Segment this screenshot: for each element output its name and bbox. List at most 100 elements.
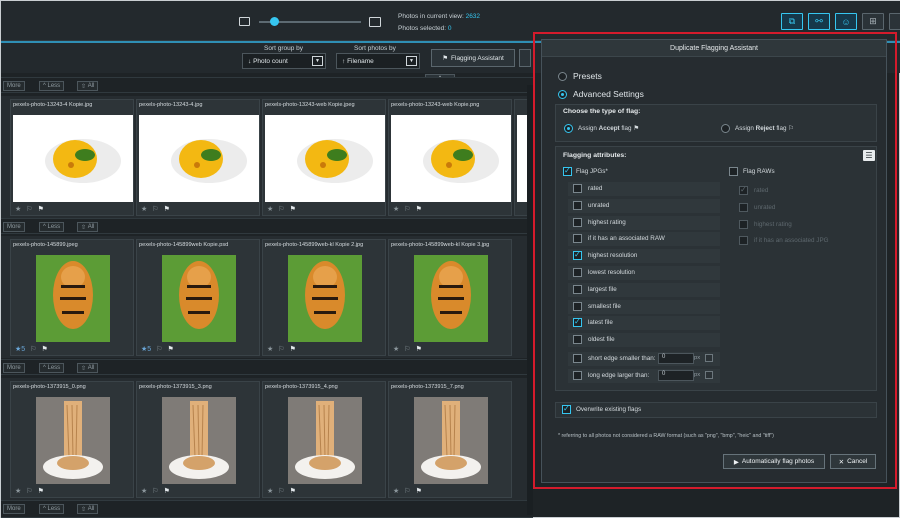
star-icon[interactable]: ★ — [141, 487, 147, 495]
chevron-down-icon[interactable]: ▼ — [312, 56, 323, 66]
jpg-attribute-checkbox[interactable] — [573, 301, 582, 311]
flag-icon[interactable]: ⚑ — [164, 487, 170, 495]
star-icon[interactable]: ★ — [15, 487, 21, 495]
zoom-in-icon[interactable] — [369, 17, 381, 27]
more-view-button[interactable] — [889, 13, 900, 30]
grid-scrollbar[interactable] — [527, 85, 533, 515]
star-icon[interactable]: ★ — [393, 205, 399, 213]
jpg-attribute-label[interactable]: if it has an associated RAW — [588, 235, 665, 242]
reject-flag-icon[interactable]: ⚐ — [404, 345, 410, 353]
grid-view-button[interactable]: ⊞ — [862, 13, 884, 30]
short-edge-input[interactable]: 0 — [658, 353, 694, 364]
photo-card[interactable]: pexels-photo-13243-web Kopie.png ★ ⚐ ⚑ — [388, 99, 512, 216]
star-icon[interactable]: ★ — [393, 487, 399, 495]
long-edge-checkbox[interactable] — [573, 371, 582, 380]
star-icon[interactable]: ★ — [267, 487, 273, 495]
raw-attribute-label[interactable]: rated — [754, 187, 768, 194]
all-button[interactable]: ⇧ All — [77, 222, 99, 232]
face-view-button[interactable]: ☺ — [835, 13, 857, 30]
jpg-attribute-label[interactable]: latest file — [588, 319, 613, 326]
photo-card[interactable]: pexels-photo-13243-4.jpg ★ ⚐ ⚑ — [136, 99, 260, 216]
photo-thumbnail[interactable] — [139, 115, 259, 202]
jpg-attribute-label[interactable]: lowest resolution — [588, 269, 635, 276]
star-icon[interactable]: ★ — [393, 345, 399, 353]
reject-flag-icon[interactable]: ⚐ — [278, 345, 284, 353]
sort-photos-select[interactable]: ↑ Filename ▼ — [336, 53, 420, 69]
extra-toolbar-button[interactable] — [519, 49, 531, 67]
photo-thumbnail[interactable] — [414, 397, 488, 484]
advanced-settings-label[interactable]: Advanced Settings — [573, 89, 644, 99]
cancel-button[interactable]: ✕ Cancel — [830, 454, 876, 469]
short-edge-label[interactable]: short edge smaller than: — [588, 355, 656, 362]
photo-card[interactable]: pexels-photo-13243-4 Kopie.jpg ★ ⚐ ⚑ — [10, 99, 134, 216]
assign-reject-radio[interactable] — [721, 124, 730, 133]
photo-thumbnail[interactable] — [391, 115, 511, 202]
star-icon[interactable]: ★ — [267, 345, 273, 353]
all-button[interactable]: ⇧ All — [77, 363, 99, 373]
photo-thumbnail[interactable] — [288, 397, 362, 484]
photo-thumbnail[interactable] — [162, 397, 236, 484]
overwrite-checkbox[interactable] — [562, 404, 571, 414]
reject-flag-icon[interactable]: ⚐ — [152, 487, 158, 495]
photo-card[interactable]: pexels-photo-13243-web Kopie.jpeg ★ ⚐ ⚑ — [262, 99, 386, 216]
reject-flag-icon[interactable]: ⚐ — [278, 487, 284, 495]
flag-icon[interactable]: ⚑ — [290, 487, 296, 495]
jpg-attribute-checkbox[interactable] — [573, 200, 582, 210]
assign-accept-radio[interactable] — [564, 124, 573, 133]
zoom-out-icon[interactable] — [239, 17, 250, 26]
jpg-attribute-label[interactable]: largest file — [588, 286, 617, 293]
photo-card[interactable]: pexels-photo-1373915_7.png ★ ⚐ ⚑ — [388, 381, 512, 498]
flag-icon[interactable]: ⚑ — [290, 345, 296, 353]
raw-attribute-label[interactable]: highest rating — [754, 221, 792, 228]
jpg-attribute-checkbox[interactable] — [573, 335, 582, 345]
raw-attribute-checkbox[interactable] — [739, 219, 748, 229]
reject-flag-icon[interactable]: ⚐ — [26, 487, 32, 495]
sort-group-select[interactable]: ↓ Photo count ▼ — [242, 53, 326, 69]
more-button[interactable]: More — [3, 504, 25, 514]
flagging-assistant-button[interactable]: ⚑ Flagging Assistant — [431, 49, 515, 67]
jpg-attribute-checkbox[interactable] — [573, 234, 582, 244]
jpg-attribute-label[interactable]: smallest file — [588, 303, 621, 310]
flag-jpgs-checkbox[interactable] — [563, 166, 572, 176]
less-button[interactable]: ^ Less — [39, 81, 65, 91]
flag-icon[interactable]: ⚑ — [38, 487, 44, 495]
less-button[interactable]: ^ Less — [39, 222, 65, 232]
assign-accept-label[interactable]: Assign Accept flag ⚑ — [578, 125, 639, 132]
photo-thumbnail[interactable] — [13, 115, 133, 202]
reject-flag-icon[interactable]: ⚐ — [26, 205, 32, 213]
long-edge-input[interactable]: 0 — [658, 370, 694, 381]
advanced-settings-radio[interactable] — [558, 90, 567, 99]
star-icon[interactable]: ★5 — [15, 345, 25, 353]
presets-radio[interactable] — [558, 72, 567, 81]
reject-flag-icon[interactable]: ⚐ — [156, 345, 162, 353]
more-button[interactable]: More — [3, 363, 25, 373]
reject-flag-icon[interactable]: ⚐ — [152, 205, 158, 213]
jpg-attribute-label[interactable]: rated — [588, 185, 602, 192]
more-button[interactable]: More — [3, 222, 25, 232]
jpg-attribute-label[interactable]: highest rating — [588, 219, 626, 226]
star-icon[interactable]: ★ — [15, 205, 21, 213]
flag-icon[interactable]: ⚑ — [416, 205, 422, 213]
link-view-button[interactable]: ⚯ — [808, 13, 830, 30]
photo-thumbnail[interactable] — [265, 115, 385, 202]
jpg-attribute-checkbox[interactable] — [573, 184, 582, 193]
duplicates-view-button[interactable]: ⧉ — [781, 13, 803, 30]
flag-icon[interactable]: ⚑ — [38, 205, 44, 213]
long-edge-label[interactable]: long edge larger than: — [588, 372, 649, 379]
photo-thumbnail[interactable] — [36, 397, 110, 484]
jpg-attribute-label[interactable]: oldest file — [588, 336, 615, 343]
star-icon[interactable]: ★ — [267, 205, 273, 213]
jpg-attribute-checkbox[interactable] — [573, 250, 582, 261]
all-button[interactable]: ⇧ All — [77, 81, 99, 91]
photo-card[interactable]: pexels-photo-1373915_4.png ★ ⚐ ⚑ — [262, 381, 386, 498]
jpg-attribute-label[interactable]: unrated — [588, 202, 609, 209]
flag-icon[interactable]: ⚑ — [416, 487, 422, 495]
auto-flag-button[interactable]: ▶ Automatically flag photos — [723, 454, 825, 469]
reject-flag-icon[interactable]: ⚐ — [404, 205, 410, 213]
jpg-attribute-checkbox[interactable] — [573, 317, 582, 328]
photo-card[interactable]: pexels-photo-145899web-kl Kopie 3.jpg ★ ⚐… — [388, 239, 512, 356]
short-edge-stepper[interactable] — [705, 354, 713, 362]
photo-card[interactable]: pexels-photo-145899web Kopie.psd ★5 ⚐ ⚑ — [136, 239, 260, 356]
long-edge-stepper[interactable] — [705, 371, 713, 379]
flag-icon[interactable]: ⚑ — [167, 345, 173, 353]
